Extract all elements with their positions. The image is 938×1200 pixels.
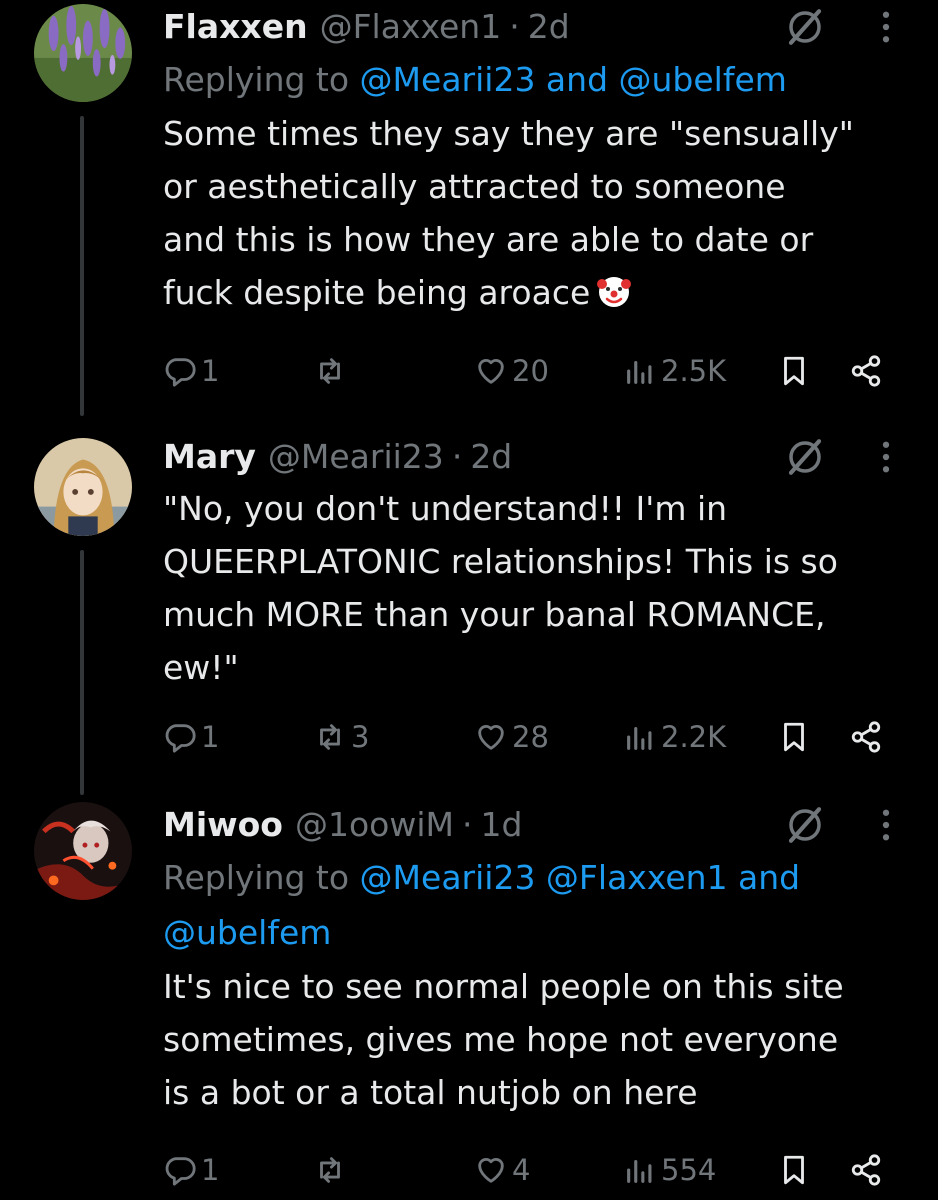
repost-count: 3 bbox=[351, 720, 370, 754]
views-button[interactable]: 554 bbox=[623, 1148, 716, 1192]
like-count: 20 bbox=[512, 354, 549, 388]
heart-icon bbox=[474, 1153, 508, 1187]
more-vertical-icon[interactable] bbox=[864, 436, 908, 478]
views-count: 554 bbox=[661, 1153, 717, 1187]
replying-to-mentions[interactable]: @Mearii23 and @ubelfem bbox=[360, 60, 787, 99]
views-count: 2.2K bbox=[661, 720, 727, 754]
share-icon bbox=[849, 1153, 883, 1187]
reply-button[interactable]: 1 bbox=[163, 349, 219, 393]
tweet-text: It's nice to see normal people on this s… bbox=[163, 967, 844, 1112]
like-button[interactable]: 20 bbox=[474, 349, 549, 393]
reply-icon bbox=[163, 1153, 197, 1187]
tweet-text-content: Some times they say they are "sensually"… bbox=[163, 114, 854, 312]
replying-to-mention-ubelfem[interactable]: @ubelfem bbox=[163, 913, 331, 952]
avatar[interactable] bbox=[34, 438, 132, 536]
replying-to-label: Replying to bbox=[163, 60, 350, 99]
like-count: 28 bbox=[512, 720, 549, 754]
user-handle[interactable]: @1oowiM bbox=[295, 805, 454, 844]
views-count: 2.5K bbox=[661, 354, 727, 388]
bookmark-button[interactable] bbox=[777, 715, 811, 759]
tweet-miwoo[interactable]: Miwoo @1oowiM · 1d Replying to @Mearii23… bbox=[0, 798, 938, 1200]
repost-icon bbox=[313, 354, 347, 388]
separator-dot: · bbox=[451, 436, 463, 476]
tweet-mary[interactable]: Mary @Mearii23 · 2d "No, you don't under… bbox=[0, 430, 938, 795]
repost-icon bbox=[313, 720, 347, 754]
reply-count: 1 bbox=[201, 354, 220, 388]
share-icon bbox=[849, 720, 883, 754]
lavender-field-avatar-image bbox=[34, 4, 132, 102]
more-vertical-icon[interactable] bbox=[864, 804, 908, 846]
separator-dot: · bbox=[462, 804, 473, 844]
like-button[interactable]: 28 bbox=[474, 715, 549, 759]
avatar[interactable] bbox=[34, 802, 132, 900]
tweet-actions-bar: 1 4 554 bbox=[163, 1148, 908, 1192]
share-button[interactable] bbox=[849, 715, 883, 759]
more-vertical-icon[interactable] bbox=[864, 6, 908, 48]
bookmark-icon bbox=[777, 1153, 811, 1187]
thread-connector-line bbox=[80, 550, 84, 795]
reply-thread: Flaxxen @Flaxxen1 · 2d Replying to @Mear… bbox=[0, 0, 938, 1200]
display-name[interactable]: Flaxxen bbox=[163, 7, 308, 46]
share-icon bbox=[849, 354, 883, 388]
replying-to-line: Replying to @Mearii23 and @ubelfem bbox=[163, 52, 908, 107]
tweet-text: "No, you don't understand!! I'm in QUEER… bbox=[163, 489, 838, 687]
tweet-flaxxen[interactable]: Flaxxen @Flaxxen1 · 2d Replying to @Mear… bbox=[0, 0, 938, 416]
repost-button[interactable] bbox=[313, 349, 351, 393]
views-icon bbox=[623, 1153, 657, 1187]
anime-girl-avatar-image bbox=[34, 438, 132, 536]
separator-dot: · bbox=[509, 6, 520, 46]
grok-icon[interactable] bbox=[784, 436, 826, 478]
like-count: 4 bbox=[512, 1153, 531, 1187]
thread-connector-line bbox=[80, 116, 84, 416]
display-name[interactable]: Mary bbox=[163, 437, 256, 476]
anime-character-avatar-image bbox=[34, 802, 132, 900]
replying-to-label: Replying to bbox=[163, 858, 350, 897]
reply-count: 1 bbox=[201, 1153, 220, 1187]
grok-icon[interactable] bbox=[784, 804, 826, 846]
share-button[interactable] bbox=[849, 1148, 883, 1192]
timestamp[interactable]: 1d bbox=[481, 805, 523, 844]
reply-button[interactable]: 1 bbox=[163, 715, 219, 759]
reply-icon bbox=[163, 720, 197, 754]
replying-to-line-continued: @ubelfem bbox=[163, 905, 908, 960]
bookmark-button[interactable] bbox=[777, 1148, 811, 1192]
reply-count: 1 bbox=[201, 720, 220, 754]
heart-icon bbox=[474, 354, 508, 388]
repost-icon bbox=[313, 1153, 347, 1187]
reply-button[interactable]: 1 bbox=[163, 1148, 219, 1192]
replying-to-mentions[interactable]: @Mearii23 @Flaxxen1 and bbox=[360, 858, 801, 897]
reply-icon bbox=[163, 354, 197, 388]
bookmark-button[interactable] bbox=[777, 349, 811, 393]
user-handle[interactable]: @Flaxxen1 bbox=[320, 7, 502, 46]
clown-face-emoji-icon bbox=[597, 277, 632, 307]
views-icon bbox=[623, 720, 657, 754]
timestamp[interactable]: 2d bbox=[470, 437, 512, 476]
views-button[interactable]: 2.2K bbox=[623, 715, 726, 759]
tweet-actions-bar: 1 20 2.5K bbox=[163, 349, 908, 393]
tweet-actions-bar: 1 3 28 2.2K bbox=[163, 715, 908, 759]
heart-icon bbox=[474, 720, 508, 754]
tweet-text: Some times they say they are "sensually"… bbox=[163, 107, 908, 319]
repost-button[interactable] bbox=[313, 1148, 351, 1192]
share-button[interactable] bbox=[849, 349, 883, 393]
bookmark-icon bbox=[777, 720, 811, 754]
like-button[interactable]: 4 bbox=[474, 1148, 530, 1192]
avatar[interactable] bbox=[34, 4, 132, 102]
timestamp[interactable]: 2d bbox=[528, 7, 570, 46]
bookmark-icon bbox=[777, 354, 811, 388]
user-handle[interactable]: @Mearii23 bbox=[268, 437, 444, 476]
views-button[interactable]: 2.5K bbox=[623, 349, 726, 393]
views-icon bbox=[623, 354, 657, 388]
replying-to-line: Replying to @Mearii23 @Flaxxen1 and bbox=[163, 850, 908, 905]
repost-button[interactable]: 3 bbox=[313, 715, 369, 759]
display-name[interactable]: Miwoo bbox=[163, 805, 283, 844]
grok-icon[interactable] bbox=[784, 6, 826, 48]
